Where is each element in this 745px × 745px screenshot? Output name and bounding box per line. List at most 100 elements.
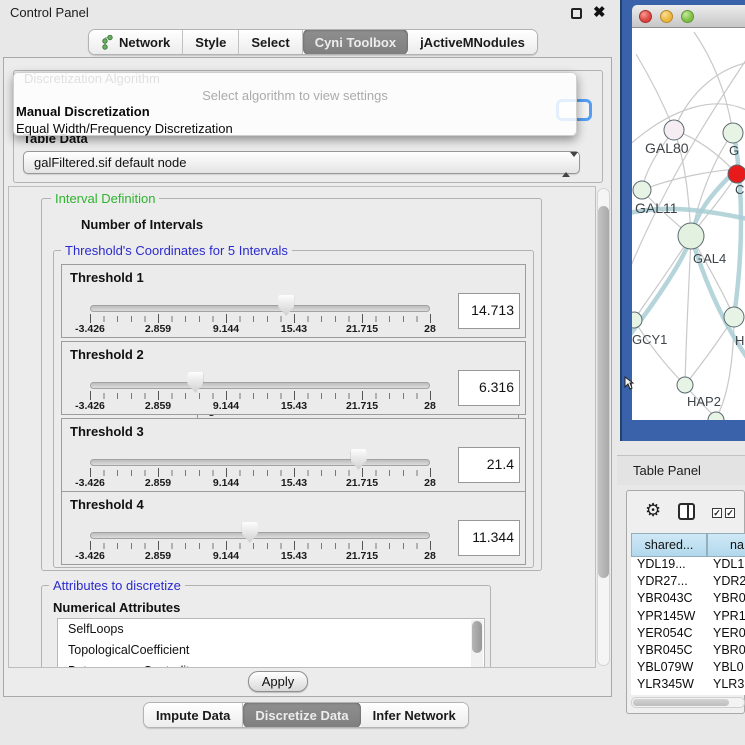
threshold-label: Threshold 3 [70,424,144,439]
tick-label: 2.859 [145,323,171,335]
slider-ticks [90,543,431,549]
threshold-1-box: Threshold 1-3.4262.8599.14415.4321.71528… [61,264,526,338]
list-item[interactable]: SelfLoops [58,619,484,640]
tick-label: 9.144 [213,550,239,562]
network-node [678,223,704,249]
list-item[interactable]: BetweennessCentrality [58,661,484,668]
combo-arrows-icon [562,157,570,169]
popup-item-manual[interactable]: Manual Discretization [14,103,576,120]
numerical-attributes-list[interactable]: SelfLoopsTopologicalCoefficientBetweenne… [57,618,485,668]
tab-network[interactable]: Network [89,30,183,54]
select-all-checkbox-icon[interactable]: ✓ [712,508,722,518]
tab-select[interactable]: Select [239,30,302,54]
slider-thumb-icon[interactable] [351,449,367,470]
tick-label: 28 [424,323,436,335]
interval-definition-title: Interval Definition [51,191,159,206]
tick-label: -3.426 [75,477,105,489]
network-node [723,123,743,143]
tab-style[interactable]: Style [183,30,239,54]
tick-label: 2.859 [145,550,171,562]
slider-thumb-icon[interactable] [242,522,258,543]
column-header-shared-name[interactable]: shared... [631,533,707,557]
column-header-name[interactable]: na [707,533,745,557]
threshold-label: Threshold 2 [70,347,144,362]
popup-item-equal-width[interactable]: Equal Width/Frequency Discretization [14,120,576,137]
threshold-slider[interactable] [90,459,430,466]
threshold-slider[interactable] [90,532,430,539]
tick-label: 28 [424,477,436,489]
gear-icon[interactable]: ⚙ [645,500,661,521]
node-label: GAL4 [693,251,726,266]
attributes-scrollbar[interactable] [471,620,483,668]
control-panel-titlebar: Control Panel ✖ [0,0,617,26]
threshold-value-field[interactable]: 14.713 [458,293,520,329]
apply-button[interactable]: Apply [248,671,308,692]
node-label: GAL11 [635,200,678,216]
close-icon[interactable]: ✖ [593,3,606,21]
select-none-checkbox-icon[interactable]: ✓ [725,508,735,518]
node-label: GCY1 [632,332,667,347]
table-row[interactable]: YPR145WYPR1 [631,609,745,626]
tick-label: -3.426 [75,550,105,562]
tab-impute-data[interactable]: Impute Data [144,703,243,727]
threshold-value-field[interactable]: 11.344 [458,520,520,556]
tick-label: 28 [424,550,436,562]
table-panel-title: Table Panel [633,463,701,478]
threshold-value-field[interactable]: 21.4 [458,447,520,483]
threshold-label: Threshold 4 [70,497,144,512]
tick-label: 15.43 [281,400,307,412]
tab-jactivemnodules[interactable]: jActiveMNodules [408,30,537,54]
number-of-intervals-label: Number of Intervals [81,217,203,232]
tick-label: 9.144 [213,477,239,489]
top-tab-bar: Network Style Select Cyni Toolbox jActiv… [88,29,538,55]
network-node [632,312,642,328]
table-row[interactable]: YLR345WYLR3 [631,677,745,694]
threshold-3-box: Threshold 3-3.4262.8599.14415.4321.71528… [61,418,526,492]
algorithm-dropdown-popup: Select algorithm to view settings Manual… [13,72,577,136]
minimize-traffic-light-icon[interactable] [660,10,673,23]
float-window-icon[interactable] [571,8,582,19]
table-row[interactable]: YDL19...YDL1 [631,557,745,574]
tab-cyni-toolbox[interactable]: Cyni Toolbox [303,29,408,55]
table-row[interactable]: YBL079WYBL0 [631,660,745,677]
table-row[interactable]: YBR043CYBR0 [631,591,745,608]
settings-scroll-thumb[interactable] [598,206,609,578]
tick-label: 15.43 [281,550,307,562]
slider-thumb-icon[interactable] [278,295,294,316]
table-data-combo[interactable]: galFiltered.sif default node [23,151,580,174]
tab-infer-network[interactable]: Infer Network [361,703,468,727]
split-columns-icon[interactable] [678,503,695,520]
tick-label: -3.426 [75,400,105,412]
slider-ticks [90,393,431,399]
slider-ticks [90,470,431,476]
network-icon [101,35,114,50]
threshold-slider[interactable] [90,305,430,312]
tab-discretize-data[interactable]: Discretize Data [243,702,360,728]
table-row[interactable]: YBR045CYBR0 [631,643,745,660]
bottom-tab-bar: Impute Data Discretize Data Infer Networ… [143,702,469,728]
network-node [728,165,745,183]
attributes-scroll-thumb[interactable] [472,621,482,653]
threshold-value-field[interactable]: 6.316 [458,370,520,406]
tick-label: 21.715 [346,550,378,562]
network-canvas[interactable]: GAL80GCGAL11GAL4GCY1HHAP2 [632,28,745,420]
mouse-cursor-icon [624,376,634,390]
network-node [677,377,693,393]
table-hscroll-thumb[interactable] [633,699,729,706]
close-traffic-light-icon[interactable] [639,10,652,23]
tab-network-label: Network [119,35,170,50]
table-row[interactable]: YDR27...YDR2 [631,574,745,591]
slider-thumb-icon[interactable] [187,372,203,393]
zoom-traffic-light-icon[interactable] [681,10,694,23]
list-item[interactable]: TopologicalCoefficient [58,640,484,661]
network-window-titlebar[interactable] [632,5,745,28]
threshold-slider[interactable] [90,382,430,389]
popup-hint[interactable]: Select algorithm to view settings [14,73,576,103]
node-label: G [729,143,739,158]
slider-ticks [90,316,431,322]
table-row[interactable]: YER054CYER0 [631,626,745,643]
node-table[interactable]: shared... na YDL19...YDL1YDR27...YDR2YBR… [631,533,745,695]
threshold-2-box: Threshold 2-3.4262.8599.14415.4321.71528… [61,341,526,415]
panel-title: Control Panel [10,5,89,20]
threshold-coordinates-title: Threshold's Coordinates for 5 Intervals [61,243,292,258]
